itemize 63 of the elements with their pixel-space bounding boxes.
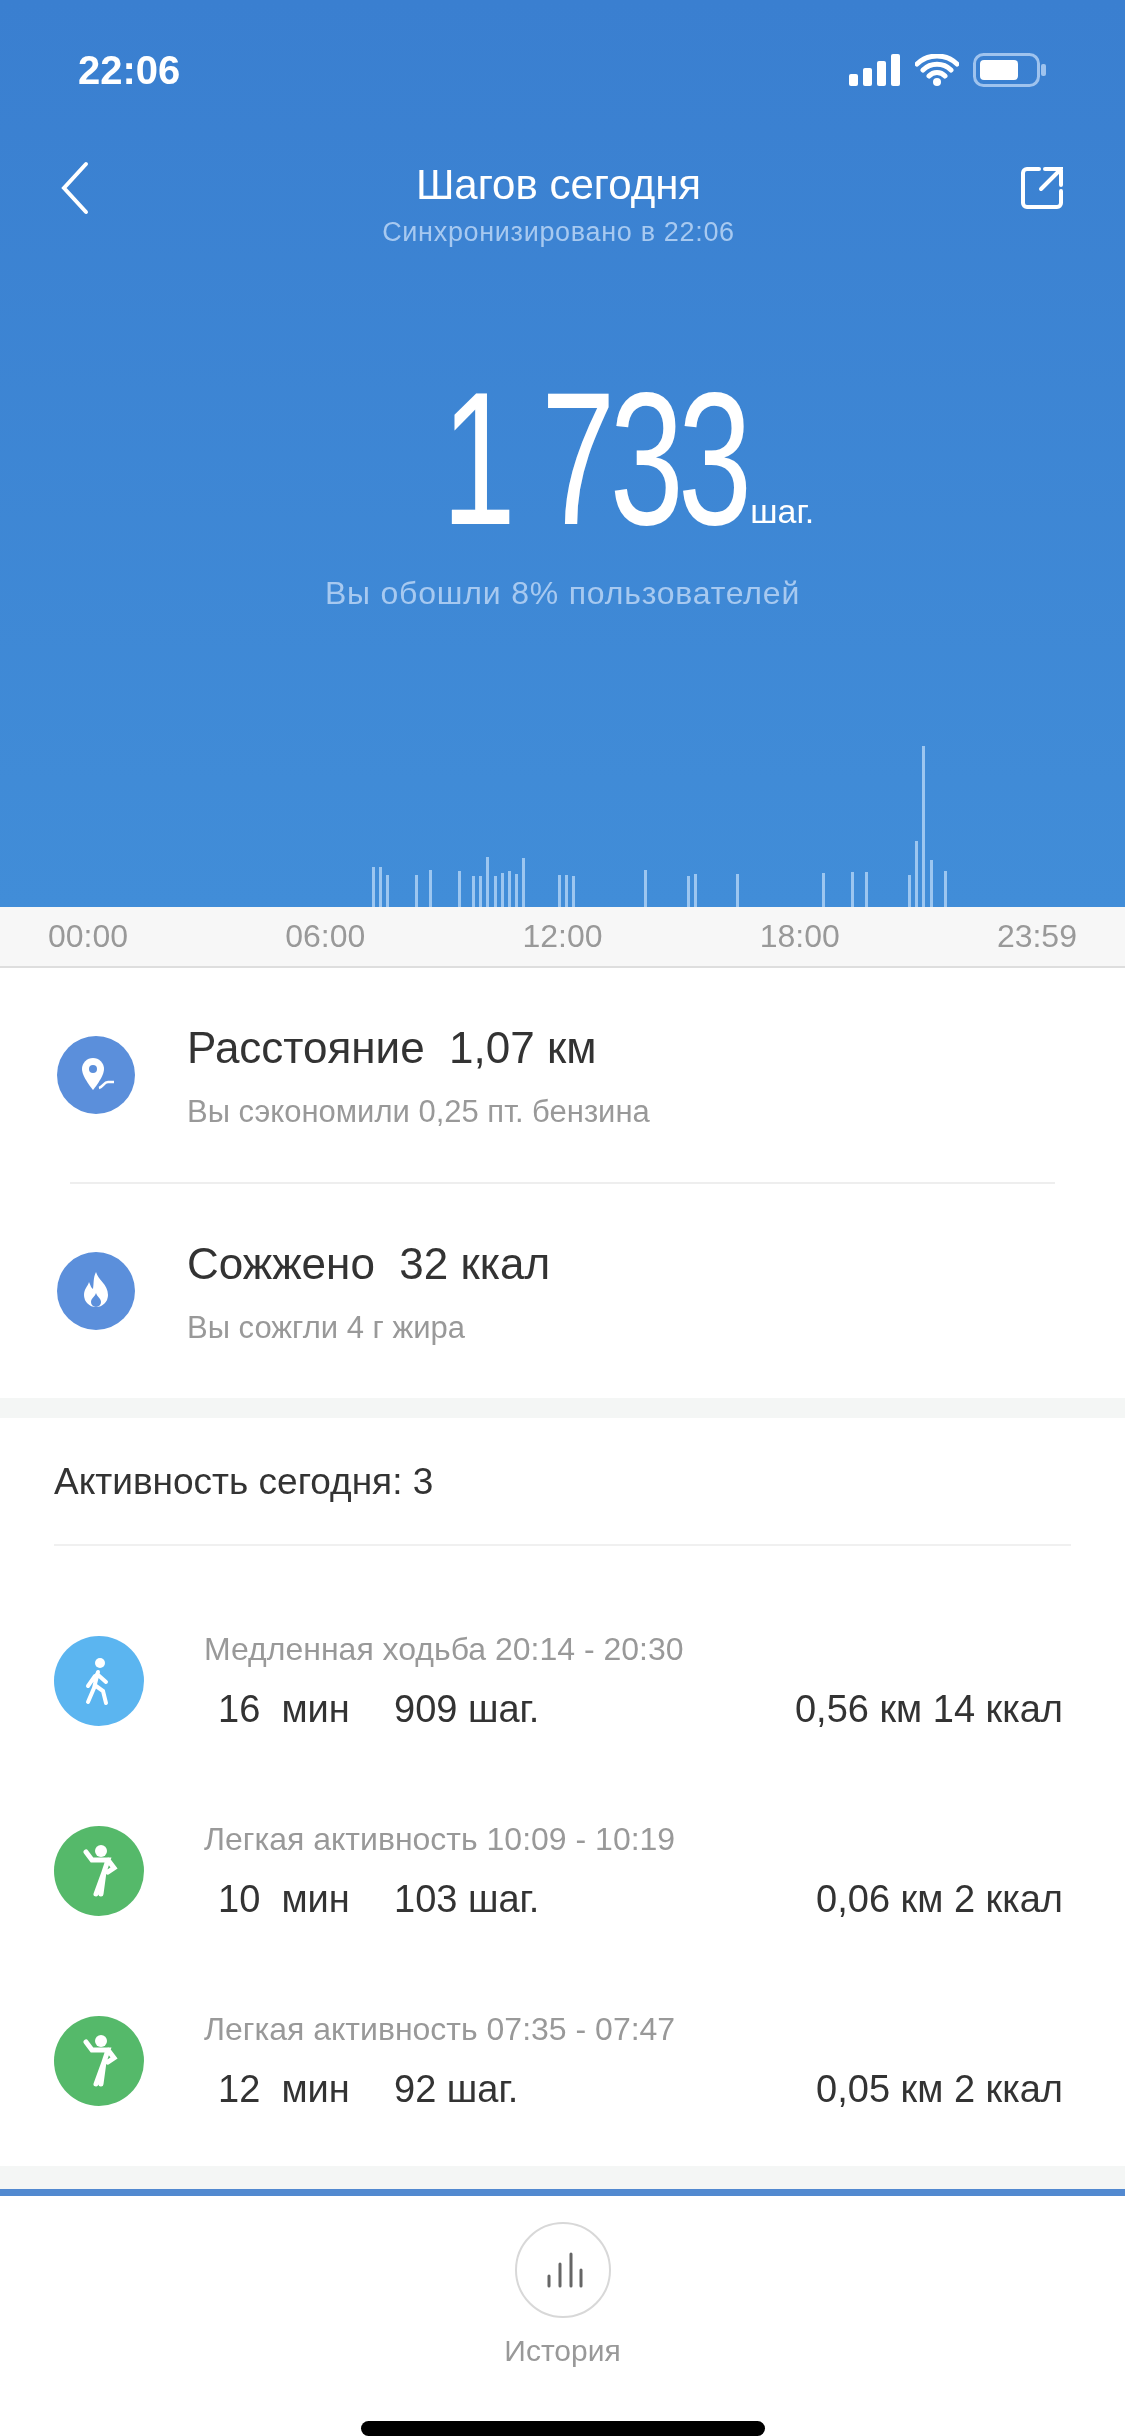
comparison-text: Вы обошли 8% пользователей	[323, 573, 802, 613]
step-bar	[565, 874, 568, 907]
signal-icon	[849, 54, 901, 86]
step-bar	[644, 869, 647, 907]
step-bar	[736, 873, 739, 907]
time-axis-label: 23:59	[996, 917, 1077, 957]
step-bar	[372, 866, 375, 907]
activity-distance-calories: 0,05 км 2 ккал	[816, 2066, 1064, 2112]
stat-value: Сожжено 32 ккал	[187, 1237, 551, 1290]
step-bar	[944, 870, 947, 907]
history-label: История	[504, 2333, 621, 2369]
step-bar	[522, 857, 525, 907]
activity-distance-calories: 0,06 км 2 ккал	[816, 1876, 1064, 1922]
activity-distance-calories: 0,56 км 14 ккал	[794, 1686, 1064, 1732]
step-unit: шаг.	[750, 490, 815, 532]
step-bar	[486, 856, 489, 907]
step-bar	[386, 874, 389, 907]
time-axis-label: 00:00	[48, 917, 129, 957]
flame-icon	[57, 1251, 135, 1330]
activity-title: Легкая активность 10:09 - 10:19	[204, 1819, 677, 1859]
activity-title: Медленная ходьба 20:14 - 20:30	[204, 1629, 685, 1669]
step-bar	[908, 874, 911, 907]
activities-heading: Активность сегодня: 3	[54, 1418, 1071, 1547]
step-bar	[415, 874, 418, 907]
step-bar	[379, 866, 382, 907]
wifi-icon	[915, 54, 959, 86]
activity-steps: 103 шаг.	[394, 1870, 540, 1928]
step-bar	[822, 872, 825, 907]
step-bar	[558, 874, 561, 907]
stat-note: Вы сэкономили 0,25 пт. бензина	[187, 1092, 650, 1131]
activity-steps: 909 шаг.	[394, 1680, 540, 1738]
step-bar	[479, 875, 482, 907]
step-bar	[687, 875, 690, 907]
step-bar	[501, 872, 504, 907]
page-title: Шагов сегодня	[415, 160, 702, 210]
stat-note: Вы сожгли 4 г жира	[187, 1308, 466, 1347]
activity-duration: 10 мин	[217, 1876, 351, 1922]
step-bar	[458, 870, 461, 907]
time-axis-label: 18:00	[759, 917, 840, 957]
activity-title: Легкая активность 07:35 - 07:47	[204, 2009, 677, 2049]
time-axis-label: 06:00	[285, 917, 366, 957]
step-bar	[694, 873, 697, 907]
activity-steps: 92 шаг.	[394, 2060, 519, 2118]
step-bar	[472, 875, 475, 907]
step-bar	[494, 875, 497, 907]
activity-duration: 16 мин	[217, 1686, 351, 1732]
history-button[interactable]	[514, 2222, 611, 2318]
step-bar	[851, 871, 854, 907]
step-bar	[915, 840, 918, 907]
status-time: 22:06	[78, 47, 181, 94]
step-bar	[515, 873, 518, 907]
time-axis-label: 12:00	[522, 917, 603, 957]
stat-value: Расстояние 1,07 км	[187, 1021, 598, 1074]
sync-subtitle: Синхронизировано в 22:06	[382, 216, 735, 249]
step-bar	[572, 875, 575, 907]
activity-duration: 12 мин	[217, 2066, 351, 2112]
battery-icon	[973, 53, 1047, 87]
step-bar	[865, 871, 868, 907]
step-bar	[930, 859, 933, 907]
step-count: 1 733	[441, 372, 747, 543]
location-pin-icon	[57, 1035, 135, 1114]
step-bar	[429, 869, 432, 907]
step-bar	[508, 870, 511, 907]
